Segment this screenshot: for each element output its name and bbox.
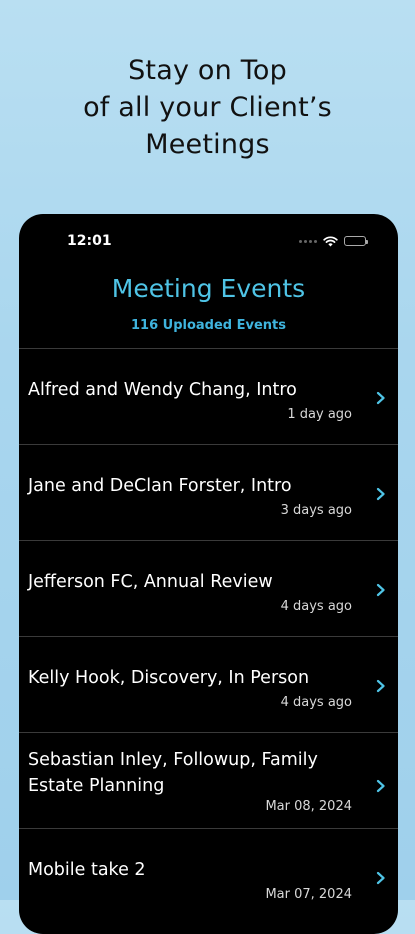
event-row[interactable]: Mobile take 2 Mar 07, 2024 — [19, 828, 398, 924]
status-time: 12:01 — [67, 233, 112, 249]
event-title: Mobile take 2 — [28, 860, 146, 880]
event-title: Kelly Hook, Discovery, In Person — [28, 668, 310, 688]
status-bar: 12:01 — [19, 214, 398, 264]
chevron-right-icon — [376, 779, 385, 793]
event-time: 1 day ago — [287, 407, 352, 422]
promo-line-1: Stay on Top — [128, 55, 287, 86]
event-list: Alfred and Wendy Chang, Intro 1 day ago … — [19, 348, 398, 924]
event-time: Mar 08, 2024 — [265, 799, 352, 814]
event-row[interactable]: Jane and DeClan Forster, Intro 3 days ag… — [19, 444, 398, 540]
chevron-right-icon — [376, 871, 385, 885]
promo-headline: Stay on Top of all your Client’s Meeting… — [0, 52, 415, 163]
uploaded-count: 116 Uploaded Events — [130, 318, 287, 333]
event-title: Alfred and Wendy Chang, Intro — [28, 380, 297, 400]
chevron-right-icon — [376, 391, 385, 405]
promo-line-2: of all your Client’s — [83, 92, 332, 123]
signal-icon — [299, 239, 317, 243]
event-title: Jane and DeClan Forster, Intro — [28, 476, 292, 496]
chevron-right-icon — [376, 583, 385, 597]
chevron-right-icon — [376, 487, 385, 501]
event-time: 3 days ago — [280, 503, 352, 518]
wifi-icon — [323, 235, 338, 246]
event-title: Jefferson FC, Annual Review — [28, 572, 273, 592]
event-row[interactable]: Sebastian Inley, Followup, Family Estate… — [19, 732, 398, 828]
chevron-right-icon — [376, 679, 385, 693]
phone-screen: 12:01 Meeting Events 116 Uploaded Events… — [19, 214, 398, 934]
status-icons — [299, 235, 368, 247]
event-title: Sebastian Inley, Followup, Family Estate… — [28, 750, 318, 796]
event-time: 4 days ago — [280, 599, 352, 614]
battery-icon — [344, 236, 368, 246]
event-row[interactable]: Jefferson FC, Annual Review 4 days ago — [19, 540, 398, 636]
screen-title: Meeting Events — [111, 274, 306, 303]
event-time: 4 days ago — [280, 695, 352, 710]
event-row[interactable]: Alfred and Wendy Chang, Intro 1 day ago — [19, 348, 398, 444]
event-row[interactable]: Kelly Hook, Discovery, In Person 4 days … — [19, 636, 398, 732]
promo-line-3: Meetings — [145, 129, 270, 160]
